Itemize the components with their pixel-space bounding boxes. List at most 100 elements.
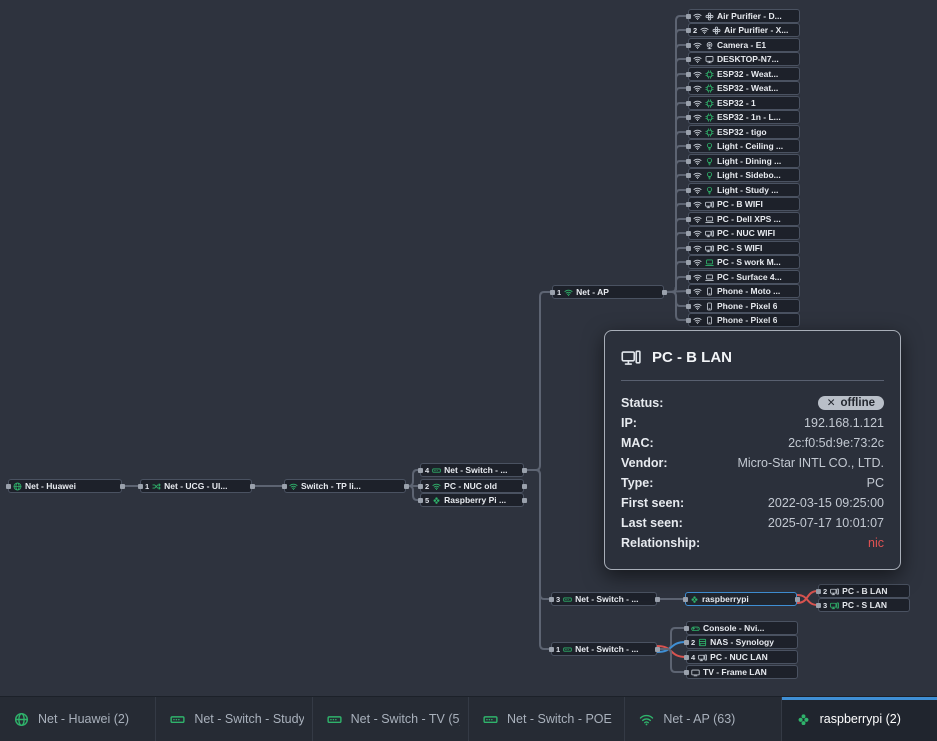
detail-value: nic	[868, 536, 884, 550]
wifi-icon	[700, 26, 709, 35]
tab-net-switch-study-1[interactable]: Net - Switch - Study (1)	[156, 697, 312, 741]
node-pc-s-work[interactable]: PC - S work M...	[688, 255, 800, 269]
pc-icon	[830, 587, 839, 596]
node-pc-s-lan[interactable]: 3PC - S LAN	[818, 598, 910, 612]
node-pc-nuc-wifi[interactable]: PC - NUC WIFI	[688, 226, 800, 240]
wifi-icon	[693, 171, 702, 180]
node-esp32-1n[interactable]: ESP32 - 1n - L...	[688, 110, 800, 124]
node-net-ucg[interactable]: 1Net - UCG - Ul...	[140, 479, 252, 493]
node-label: Light - Sidebo...	[717, 170, 781, 180]
port-connector	[686, 14, 691, 19]
pc-icon	[830, 601, 839, 610]
node-pc-b-lan[interactable]: 2PC - B LAN	[818, 584, 910, 598]
port-connector	[549, 597, 554, 602]
node-pc-dell-xps[interactable]: PC - Dell XPS ...	[688, 212, 800, 226]
port-connector	[522, 468, 527, 473]
node-light-dining[interactable]: Light - Dining ...	[688, 154, 800, 168]
phone-icon	[705, 316, 714, 325]
wifi-icon	[693, 186, 702, 195]
node-net-switch-study[interactable]: 3Net - Switch - ...	[551, 592, 657, 606]
node-label: Air Purifier - D...	[717, 11, 782, 21]
port-connector	[686, 246, 691, 251]
wifi-icon	[693, 41, 702, 50]
tab-label: Net - Switch - Study (1)	[194, 712, 303, 726]
node-label: Phone - Pixel 6	[717, 301, 777, 311]
port-connector	[282, 484, 287, 489]
node-console-nvidia[interactable]: Console - Nvi...	[686, 621, 798, 635]
tab-net-ap-63[interactable]: Net - AP (63)	[625, 697, 781, 741]
port-number-badge: 2	[425, 482, 429, 491]
node-net-huawei[interactable]: Net - Huawei	[8, 479, 122, 493]
tab-net-huawei-2[interactable]: Net - Huawei (2)	[0, 697, 156, 741]
phone-icon	[705, 302, 714, 311]
node-label: Air Purifier - X...	[724, 25, 788, 35]
node-net-ap[interactable]: 1Net - AP	[552, 285, 664, 299]
node-phone-moto[interactable]: Phone - Moto ...	[688, 284, 800, 298]
port-connector	[686, 217, 691, 222]
port-connector	[686, 188, 691, 193]
node-esp32-1[interactable]: ESP32 - 1	[688, 96, 800, 110]
node-esp32-weat-1[interactable]: ESP32 - Weat...	[688, 67, 800, 81]
node-esp32-weat-2[interactable]: ESP32 - Weat...	[688, 81, 800, 95]
port-connector	[686, 260, 691, 265]
port-number-badge: 2	[693, 26, 697, 35]
node-label: Light - Study ...	[717, 185, 778, 195]
node-label: ESP32 - tigo	[717, 127, 767, 137]
wifi-icon	[693, 229, 702, 238]
node-phone-pixel-6-2[interactable]: Phone - Pixel 6	[688, 313, 800, 327]
port-connector	[816, 589, 821, 594]
port-number-badge: 3	[823, 601, 827, 610]
node-raspberry-pi-old[interactable]: 5Raspberry Pi ...	[420, 493, 524, 507]
node-pc-nuc-old[interactable]: 2PC - NUC old	[420, 479, 524, 493]
node-raspberrypi[interactable]: raspberrypi	[685, 592, 797, 606]
wifi-icon	[693, 70, 702, 79]
node-label: Console - Nvi...	[703, 623, 764, 633]
node-label: DESKTOP-N7...	[717, 54, 779, 64]
detail-label: Last seen:	[621, 516, 683, 530]
node-label: Light - Ceiling ...	[717, 141, 783, 151]
tab-net-switch-tv-5[interactable]: Net - Switch - TV (5)	[313, 697, 469, 741]
detail-label: IP:	[621, 416, 637, 430]
node-label: Net - Switch - ...	[575, 644, 638, 654]
port-number-badge: 1	[557, 288, 561, 297]
node-label: Net - Switch - ...	[444, 465, 507, 475]
node-net-switch-tv[interactable]: 1Net - Switch - ...	[551, 642, 657, 656]
node-pc-nuc-lan[interactable]: 4PC - NUC LAN	[686, 650, 798, 664]
node-tv-frame-lan[interactable]: TV - Frame LAN	[686, 665, 798, 679]
wifi-icon	[693, 157, 702, 166]
node-air-purifier-d[interactable]: Air Purifier - D...	[688, 9, 800, 23]
node-air-purifier-x[interactable]: 2 Air Purifier - X...	[688, 23, 800, 37]
node-net-switch-main[interactable]: 4Net - Switch - ...	[420, 463, 524, 477]
node-label: ESP32 - 1n - L...	[717, 112, 781, 122]
detail-value: Micro-Star INTL CO., LTD.	[737, 456, 884, 470]
laptop-icon	[705, 215, 714, 224]
port-connector	[686, 173, 691, 178]
detail-value: 192.168.1.121	[804, 416, 884, 430]
node-switch-tp[interactable]: Switch - TP li...	[284, 479, 406, 493]
node-light-ceiling[interactable]: Light - Ceiling ...	[688, 139, 800, 153]
node-pc-surface[interactable]: PC - Surface 4...	[688, 270, 800, 284]
port-connector	[549, 647, 554, 652]
node-desktop-n7[interactable]: DESKTOP-N7...	[688, 52, 800, 66]
tab-raspberrypi-2[interactable]: raspberrypi (2)	[782, 697, 937, 741]
detail-row-first-seen: First seen: 2022-03-15 09:25:00	[605, 493, 900, 513]
port-connector	[684, 670, 689, 675]
node-esp32-tigo[interactable]: ESP32 - tigo	[688, 125, 800, 139]
node-light-sidebo[interactable]: Light - Sidebo...	[688, 168, 800, 182]
node-label: NAS - Synology	[710, 637, 774, 647]
port-number-badge: 2	[691, 638, 695, 647]
port-connector	[404, 484, 409, 489]
node-pc-b-wifi[interactable]: PC - B WIFI	[688, 197, 800, 211]
port-connector	[686, 289, 691, 294]
tab-net-switch-poe-3[interactable]: Net - Switch - POE (3)	[469, 697, 625, 741]
detail-value: PC	[867, 476, 884, 490]
node-nas-synology[interactable]: 2 NAS - Synology	[686, 635, 798, 649]
wifi-icon	[693, 12, 702, 21]
node-camera-e1[interactable]: Camera - E1	[688, 38, 800, 52]
node-pc-s-wifi[interactable]: PC - S WIFI	[688, 241, 800, 255]
node-label: PC - S work M...	[717, 257, 781, 267]
node-phone-pixel-6-1[interactable]: Phone - Pixel 6	[688, 299, 800, 313]
node-label: TV - Frame LAN	[703, 667, 767, 677]
node-light-study[interactable]: Light - Study ...	[688, 183, 800, 197]
port-connector	[686, 144, 691, 149]
